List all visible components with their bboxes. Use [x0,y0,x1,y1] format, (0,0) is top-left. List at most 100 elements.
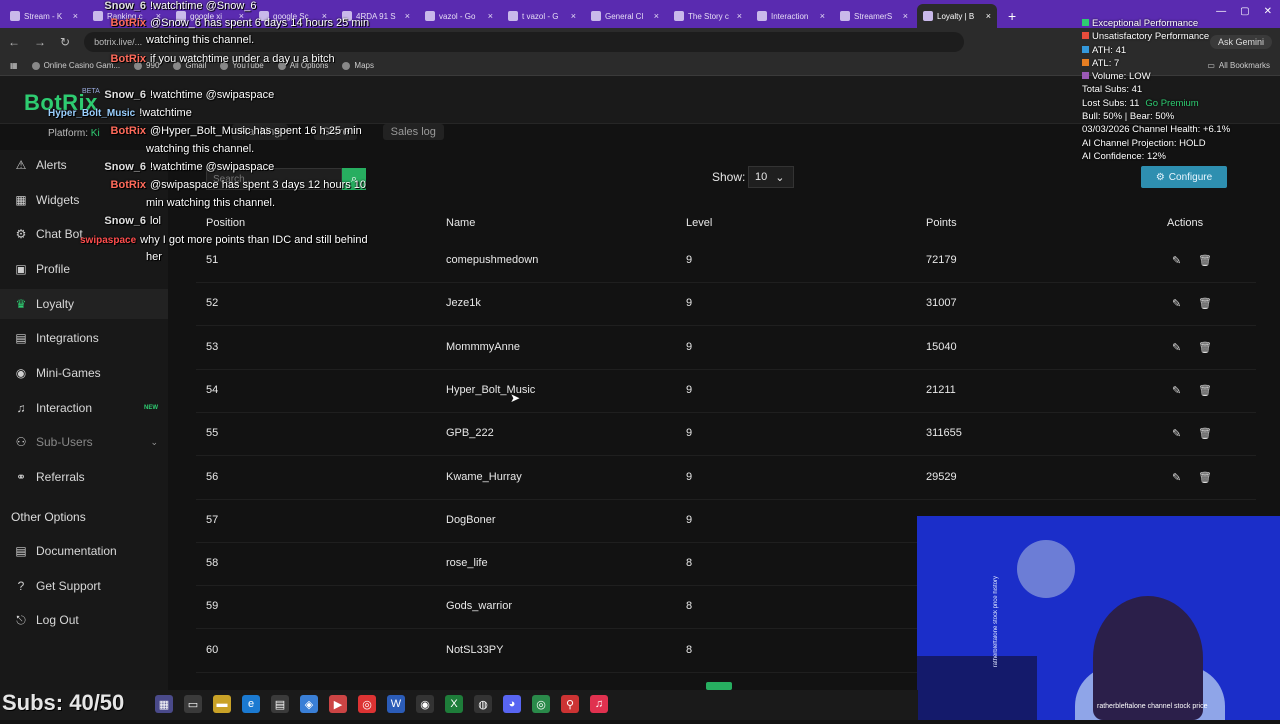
edit-icon[interactable]: ✎ [1172,341,1181,354]
stats-text: AI Confidence: 12% [1082,150,1166,162]
stats-text: AI Channel Projection: HOLD [1082,137,1206,149]
search-input[interactable] [206,168,342,190]
minimize-icon[interactable]: — [1216,6,1226,17]
maximize-icon[interactable]: ▢ [1240,6,1249,17]
sidebar-item-chat-bot[interactable]: ⚙ Chat Bot [0,219,168,249]
store-icon[interactable]: ▤ [271,695,289,713]
sidebar-item-profile[interactable]: ▣ Profile [0,254,168,284]
sidebar-item-sub-users[interactable]: ⚇ Sub-Users ⌄ [0,427,168,457]
edit-icon[interactable]: ✎ [1172,384,1181,397]
sidebar-item-get-support[interactable]: ? Get Support [0,571,168,601]
close-icon[interactable]: × [986,11,991,21]
level-cell: 9 [686,513,693,526]
bookmark[interactable]: 990 [134,61,159,70]
close-icon[interactable]: × [156,11,161,21]
browser-tab[interactable]: google Sc × [253,4,333,28]
discord-icon[interactable]: ◕ [503,695,521,713]
go-premium-button[interactable]: Go Premium [1145,98,1198,109]
browser-tab[interactable]: StreamerS × [834,4,914,28]
browser-tab[interactable]: Ranking c × [87,4,167,28]
tab-ranking[interactable]: Ranking [232,124,289,140]
bookmark[interactable]: Gmail [173,61,206,70]
browser-tab[interactable]: The Story c × [668,4,748,28]
delete-icon[interactable]: 🗑 [1198,384,1212,397]
close-icon[interactable]: × [239,11,244,21]
sidebar-item-interaction[interactable]: ♫ Interaction NEW [0,393,168,423]
bookmark[interactable]: YouTube [220,61,264,70]
sidebar-item-label: Mini-Games [36,366,101,380]
music-app-icon[interactable]: ♫ [590,695,608,713]
close-icon[interactable]: × [903,11,908,21]
column-header-position[interactable]: Position [206,217,245,229]
apps-icon[interactable]: ▦ [10,61,18,70]
chrome-icon[interactable]: ◎ [358,695,376,713]
show-count-select[interactable]: 10 ⌄ [748,166,794,188]
sidebar-item-log-out[interactable]: ⎋ Log Out [0,605,168,635]
browser-tab[interactable]: Interaction × [751,4,831,28]
browser-tab[interactable]: General Cl × [585,4,665,28]
browser-tab[interactable]: 4RDA 91 S × [336,4,416,28]
edge-icon[interactable]: e [242,695,260,713]
obs-icon[interactable]: ◍ [474,695,492,713]
app-icon[interactable]: ◈ [300,695,318,713]
sidebar-item-alerts[interactable]: ⚠ Alerts [0,150,168,180]
chrome-active-icon[interactable]: ◎ [532,695,550,713]
close-window-icon[interactable]: ✕ [1264,6,1272,17]
browser-tab-active[interactable]: Loyalty | B × [917,4,997,28]
new-badge: NEW [144,405,158,411]
close-icon[interactable]: × [405,11,410,21]
bookmark-label: All Options [289,61,329,70]
browser-tab[interactable]: Stream - K × [4,4,84,28]
reload-icon[interactable]: ↻ [60,35,70,49]
browser-tab[interactable]: vazol - Go × [419,4,499,28]
delete-icon[interactable]: 🗑 [1198,254,1212,267]
close-icon[interactable]: × [820,11,825,21]
back-icon[interactable]: ← [8,35,20,49]
robot-icon: ⚙ [15,227,27,241]
column-header-level[interactable]: Level [686,217,712,229]
close-icon[interactable]: × [571,11,576,21]
media-icon[interactable]: ▶ [329,695,347,713]
edit-icon[interactable]: ✎ [1172,471,1181,484]
sidebar-item-documentation[interactable]: ▤ Documentation [0,536,168,566]
sidebar-item-mini-games[interactable]: ◉ Mini-Games [0,358,168,388]
browser-tab[interactable]: t vazol - G × [502,4,582,28]
app2-icon[interactable]: ◉ [416,695,434,713]
folder-icon[interactable]: ▬ [213,695,231,713]
delete-icon[interactable]: 🗑 [1198,297,1212,310]
new-tab-button[interactable]: + [1000,4,1024,28]
close-icon[interactable]: × [737,11,742,21]
delete-icon[interactable]: 🗑 [1198,427,1212,440]
delete-icon[interactable]: 🗑 [1198,341,1212,354]
bookmark[interactable]: Online Casino Gam... [31,61,120,70]
bookmark[interactable]: All Options [277,61,329,70]
maps-icon[interactable]: ⚲ [561,695,579,713]
monitor-icon[interactable]: ▭ [184,695,202,713]
search-button[interactable]: ⌕ [342,168,366,190]
address-bar[interactable]: botrix.live/... [84,32,965,52]
close-icon[interactable]: × [73,11,78,21]
close-icon[interactable]: × [654,11,659,21]
sidebar-item-integrations[interactable]: ▤ Integrations [0,323,168,353]
column-header-points[interactable]: Points [926,217,957,229]
column-header-name[interactable]: Name [446,217,475,229]
tab-store[interactable]: Store [314,124,357,140]
tab-favicon [342,11,352,21]
browser-tab[interactable]: google xi × [170,4,250,28]
word-icon[interactable]: W [387,695,405,713]
sidebar-item-referrals[interactable]: ⚭ Referrals [0,462,168,492]
gamebar-icon[interactable]: ▦ [155,695,173,713]
edit-icon[interactable]: ✎ [1172,254,1181,267]
delete-icon[interactable]: 🗑 [1198,471,1212,484]
xbox-icon[interactable]: X [445,695,463,713]
forward-icon[interactable]: → [34,35,46,49]
edit-icon[interactable]: ✎ [1172,297,1181,310]
sidebar-item-widgets[interactable]: ▦ Widgets [0,185,168,215]
close-icon[interactable]: × [322,11,327,21]
sidebar-item-loyalty[interactable]: ♛ Loyalty [0,289,168,319]
edit-icon[interactable]: ✎ [1172,427,1181,440]
bookmark[interactable]: Maps [342,61,374,70]
tab-favicon [508,11,518,21]
close-icon[interactable]: × [488,11,493,21]
tab-sales-log[interactable]: Sales log [382,124,444,140]
